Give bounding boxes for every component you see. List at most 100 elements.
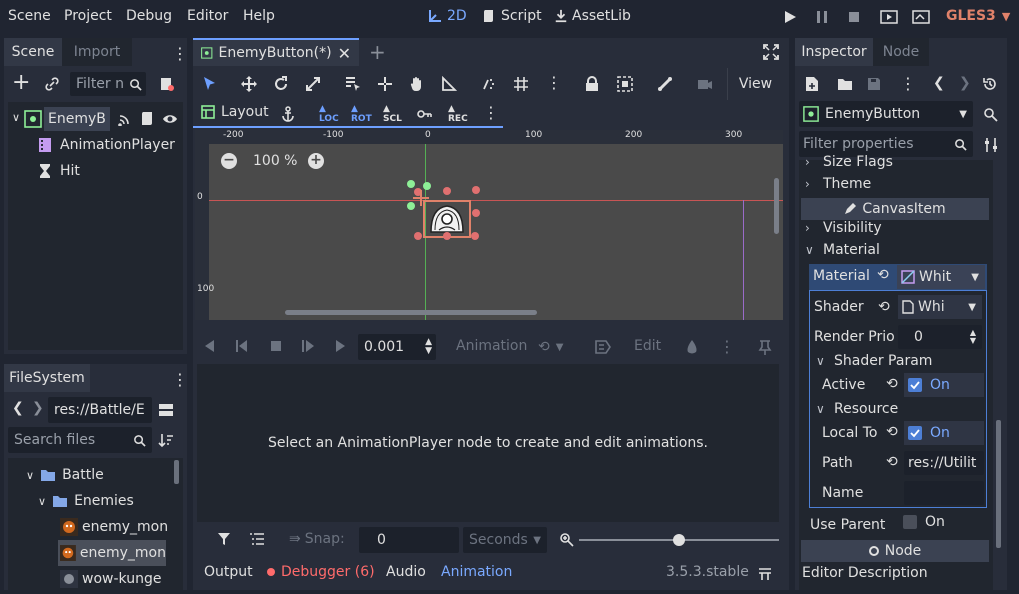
tab-node[interactable]: Node: [873, 38, 929, 66]
move-tool-icon[interactable]: [241, 76, 257, 92]
stop-icon[interactable]: [269, 339, 283, 353]
tab-scene[interactable]: Scene: [4, 38, 62, 66]
canvas-viewport[interactable]: -200 -100 0 100 200 300 0 100 − 100 % +: [195, 130, 783, 320]
list-select-icon[interactable]: [345, 76, 361, 92]
split-view-icon[interactable]: [158, 402, 174, 418]
section-size-flags[interactable]: › Size Flags: [805, 154, 893, 170]
local-to-scene-checkbox[interactable]: On: [904, 421, 984, 445]
material-resource-picker[interactable]: Whit ▼: [897, 265, 985, 289]
play-backwards-from-end-icon[interactable]: [203, 339, 217, 353]
revert-icon[interactable]: ⟲: [886, 376, 898, 392]
play-from-start-icon[interactable]: [301, 339, 315, 353]
open-folder-icon[interactable]: [837, 77, 853, 91]
dock-menu-icon[interactable]: ⋮: [172, 44, 188, 63]
revert-icon[interactable]: ⟲: [877, 267, 889, 283]
pivot-tool-icon[interactable]: [377, 76, 393, 92]
history-forward-icon[interactable]: ❯: [959, 75, 971, 91]
stop-icon[interactable]: [847, 10, 861, 24]
resize-handle[interactable]: [443, 232, 451, 240]
resize-handle[interactable]: [472, 209, 480, 217]
timeline-zoom-slider[interactable]: [579, 534, 779, 546]
play-icon[interactable]: [783, 10, 797, 24]
dock-menu-icon[interactable]: ⋮: [172, 370, 187, 389]
horizontal-scrollbar[interactable]: [285, 310, 537, 315]
section-shader-param[interactable]: ∨ Shader Param: [816, 353, 932, 369]
filesystem-path-input[interactable]: res://Battle/E: [48, 397, 152, 423]
resize-handle[interactable]: [414, 232, 422, 240]
mode-assetlib-button[interactable]: AssetLib: [554, 8, 631, 24]
nav-back-icon[interactable]: ❮: [12, 400, 24, 416]
tree-row-animationplayer[interactable]: AnimationPlayer: [38, 132, 175, 158]
layout-menu[interactable]: Layout: [201, 104, 269, 120]
animation-tab[interactable]: Animation: [441, 564, 512, 580]
anchor-handle[interactable]: [423, 182, 431, 190]
bone-icon[interactable]: [657, 76, 673, 92]
revert-icon[interactable]: ⟲: [886, 454, 898, 470]
auto-key-icon[interactable]: ▲ REC: [448, 104, 468, 124]
snap-toggle[interactable]: ⇛ Snap:: [289, 531, 345, 547]
add-node-icon[interactable]: +: [12, 72, 30, 94]
menu-scene[interactable]: Scene: [8, 8, 51, 24]
shader-picker[interactable]: Whi ▼: [898, 295, 982, 319]
render-priority-input[interactable]: 0 ▲ ▼: [898, 325, 982, 349]
tree-row-hit[interactable]: Hit: [38, 158, 80, 184]
track-list-icon[interactable]: [249, 532, 265, 546]
history-icon[interactable]: [983, 77, 997, 91]
file-row-enemy-mon-1[interactable]: enemy_mon: [60, 514, 168, 540]
file-row-wow-kunge[interactable]: wow-kunge: [60, 566, 161, 590]
chevron-down-icon[interactable]: ∨: [12, 111, 20, 124]
mode-script-button[interactable]: Script: [481, 8, 542, 24]
menu-debug[interactable]: Debug: [126, 8, 172, 24]
lock-icon[interactable]: [585, 76, 599, 92]
output-tab[interactable]: Output: [204, 564, 253, 580]
spin-arrows-icon[interactable]: ▲ ▼: [425, 338, 432, 356]
edit-menu[interactable]: Edit: [634, 338, 661, 354]
close-icon[interactable]: ✕: [338, 44, 351, 63]
smart-snap-icon[interactable]: [481, 76, 497, 92]
section-visibility[interactable]: › Visibility: [805, 220, 882, 236]
rotate-tool-icon[interactable]: [273, 76, 289, 92]
key-loc-icon[interactable]: ▲ LOC: [319, 104, 339, 124]
use-parent-material-checkbox[interactable]: On: [903, 514, 945, 530]
section-resource[interactable]: ∨ Resource: [816, 401, 898, 417]
audio-tab[interactable]: Audio: [386, 564, 426, 580]
pause-icon[interactable]: [815, 10, 829, 24]
menu-editor[interactable]: Editor: [187, 8, 228, 24]
play-backwards-icon[interactable]: [235, 339, 249, 353]
slider-handle[interactable]: [673, 534, 685, 546]
onion-skin-icon[interactable]: [685, 339, 699, 355]
material-property-row[interactable]: Material ⟲ Whit ▼: [809, 264, 987, 290]
script-filter-icon[interactable]: [159, 76, 175, 92]
visibility-eye-icon[interactable]: [162, 112, 178, 126]
save-icon[interactable]: [867, 77, 881, 91]
group-icon[interactable]: [617, 76, 633, 92]
history-back-icon[interactable]: ❮: [933, 75, 945, 91]
anchor-handle[interactable]: [407, 180, 415, 188]
snap-value-input[interactable]: 0: [359, 527, 459, 553]
tab-inspector[interactable]: Inspector: [795, 38, 873, 66]
tree-node-label-selected[interactable]: EnemyB: [44, 107, 110, 131]
sort-icon[interactable]: [158, 432, 174, 448]
autoplay-icon[interactable]: [595, 340, 611, 354]
keyframe-icon[interactable]: [416, 106, 432, 122]
key-options-icon[interactable]: ⋮: [483, 103, 499, 122]
ruler-tool-icon[interactable]: [441, 76, 457, 92]
resize-handle[interactable]: [472, 186, 480, 194]
zoom-in-icon[interactable]: +: [308, 153, 324, 169]
file-row-enemies[interactable]: ∨ Enemies: [38, 488, 134, 514]
file-row-enemy-mon-2[interactable]: enemy_mon: [58, 540, 166, 566]
scene-filter-input[interactable]: Filter n: [70, 72, 146, 96]
settings-sliders-icon[interactable]: [983, 137, 999, 153]
play-scene-icon[interactable]: [880, 10, 898, 24]
animation-time-input[interactable]: 0.001 ▲ ▼: [358, 334, 436, 360]
tab-filesystem[interactable]: FileSystem: [4, 364, 90, 392]
tab-import[interactable]: Import: [62, 38, 132, 66]
animation-select[interactable]: ⟲ ▼: [538, 334, 582, 360]
debugger-tab[interactable]: Debugger (6): [267, 564, 375, 580]
pin-bottom-panel-icon[interactable]: [758, 567, 772, 581]
distraction-free-icon[interactable]: [763, 44, 779, 60]
pan-tool-icon[interactable]: [409, 76, 425, 92]
search-files-input[interactable]: Search files: [8, 427, 152, 453]
object-selector[interactable]: EnemyButton ▼: [799, 101, 973, 127]
signal-icon[interactable]: [118, 112, 132, 126]
